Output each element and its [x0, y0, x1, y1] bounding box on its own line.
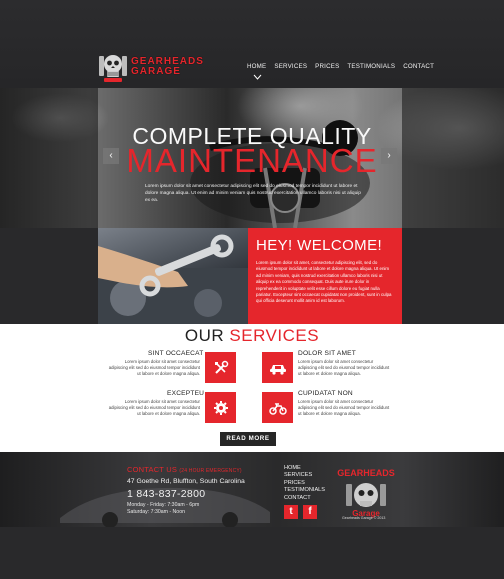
facebook-icon[interactable]: f — [303, 505, 317, 519]
twitter-icon[interactable]: t — [284, 505, 298, 519]
read-more-button[interactable]: READ MORE — [220, 432, 276, 446]
service-title: SINT OCCAECAT — [148, 350, 204, 357]
gear-icon — [213, 400, 228, 415]
contact-heading: CONTACT US (24 HOUR EMERGENCY) — [127, 465, 242, 474]
contact-subtitle: (24 HOUR EMERGENCY) — [179, 468, 242, 474]
page: GEARHEADS GARAGE HOME SERVICES PRICES TE… — [0, 0, 504, 579]
skull-pistons-logo-icon — [99, 55, 127, 82]
contact-address: 47 Goethe Rd, Bluffton, South Carolina — [127, 478, 245, 485]
nav-contact[interactable]: CONTACT — [403, 63, 434, 70]
services-heading-plain: OUR — [184, 326, 230, 345]
service-text: Lorem ipsum dolor sit amet consectetur a… — [298, 359, 390, 377]
brand-line2: GARAGE — [131, 66, 181, 77]
main-nav: HOME SERVICES PRICES TESTIMONIALS CONTAC… — [247, 63, 434, 70]
service-title: CUPIDATAT NON — [298, 390, 353, 397]
service-text: Lorem ipsum dolor sit amet consectetur a… — [298, 399, 390, 417]
services-heading: OUR SERVICES — [0, 326, 504, 346]
footer-nav-home[interactable]: HOME — [284, 465, 325, 472]
service-item-dolor-sit-amet[interactable] — [262, 352, 293, 383]
nav-prices[interactable]: PRICES — [315, 63, 339, 70]
motorcycle-icon — [268, 402, 287, 415]
service-text: Lorem ipsum dolor sit amet consectetur a… — [108, 359, 200, 377]
hours-weekday: Monday - Friday: 7:30am - 6pm — [127, 502, 200, 508]
car-icon — [269, 364, 286, 375]
footer-nav-contact[interactable]: CONTACT — [284, 495, 325, 502]
nav-testimonials[interactable]: TESTIMONIALS — [347, 63, 395, 70]
welcome-title: HEY! WELCOME! — [256, 237, 383, 254]
page-bottom — [0, 527, 504, 579]
slider-prev-button[interactable]: ‹ — [103, 148, 119, 164]
nav-home[interactable]: HOME — [247, 63, 266, 70]
service-item-sint-occaecat[interactable] — [205, 352, 236, 383]
nav-services[interactable]: SERVICES — [274, 63, 307, 70]
service-title: DOLOR SIT AMET — [298, 350, 357, 357]
site-footer: CONTACT US (24 HOUR EMERGENCY) 47 Goethe… — [0, 452, 504, 527]
services-heading-accent: SERVICES — [229, 326, 320, 345]
service-item-cupidatat-non[interactable] — [262, 392, 293, 423]
footer-nav-testimonials[interactable]: TESTIMONIALS — [284, 487, 325, 494]
welcome-panel: HEY! WELCOME! Lorem ipsum dolor sit amet… — [248, 228, 402, 324]
footer-nav: HOME SERVICES PRICES TESTIMONIALS CONTAC… — [284, 465, 325, 502]
contact-title: CONTACT US — [127, 465, 178, 474]
hero-slider: COMPLETE QUALITY MAINTENANCE Lorem ipsum… — [0, 88, 504, 228]
service-text: Lorem ipsum dolor sit amet consectetur a… — [108, 399, 200, 417]
brand-logo[interactable]: GEARHEADS GARAGE — [98, 50, 216, 86]
hero-title-line2: MAINTENANCE — [126, 142, 378, 179]
copyright-text: Gearheads Garage © 2013 — [342, 516, 386, 520]
footer-nav-services[interactable]: SERVICES — [284, 472, 325, 479]
tools-icon — [214, 360, 228, 374]
service-title: EXCEPTEU — [167, 390, 205, 397]
hand-wrench-icon — [98, 234, 248, 324]
service-item-excepteu[interactable] — [205, 392, 236, 423]
hours-saturday: Saturday: 7:30am - Noon — [127, 508, 185, 515]
site-header: GEARHEADS GARAGE HOME SERVICES PRICES TE… — [0, 0, 504, 88]
contact-phone[interactable]: 1 843-837-2800 — [127, 488, 205, 500]
chevron-down-icon — [253, 74, 262, 80]
slider-next-button[interactable]: › — [381, 148, 397, 164]
footer-nav-prices[interactable]: PRICES — [284, 480, 325, 487]
wrench-engine-photo — [98, 228, 248, 324]
svg-text:GEARHEADS: GEARHEADS — [337, 468, 395, 478]
brand-wordmark: GEARHEADS GARAGE — [131, 57, 204, 77]
footer-logo-icon[interactable]: GEARHEADS Garage — [332, 462, 400, 520]
hero-description: Lorem ipsum dolor sit amet consectetur a… — [145, 184, 361, 203]
business-hours: Monday - Friday: 7:30am - 6pm Saturday: … — [127, 502, 199, 515]
welcome-text: Lorem ipsum dolor sit amet, consectetur … — [256, 260, 392, 304]
